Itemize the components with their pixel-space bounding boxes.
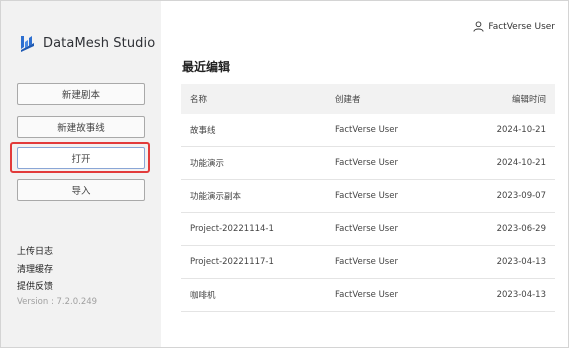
- row-name-cell: 故事线: [190, 126, 216, 136]
- row-name-cell: Project-20221114-1: [190, 224, 274, 234]
- row-creator-cell: FactVerse User: [335, 224, 398, 234]
- recent-files-table: 名称 创建者 编辑时间 故事线 FactVerse User 2024-10-21 功…: [181, 84, 555, 312]
- sidebar: DataMesh Studio 新建剧本 新建故事线 打开 导入 上传日志 清理…: [1, 1, 161, 347]
- recent-edits-title: 最近编辑: [182, 60, 231, 74]
- column-header-edit-time[interactable]: 编辑时间: [470, 93, 555, 105]
- row-time-cell: 2023-04-13: [496, 257, 546, 267]
- app-logo: DataMesh Studio: [19, 35, 155, 52]
- table-row[interactable]: 功能演示 FactVerse User 2024-10-21: [181, 147, 555, 180]
- clear-cache-link[interactable]: 清理缓存: [17, 262, 53, 275]
- table-row[interactable]: 故事线 FactVerse User 2024-10-21: [181, 114, 555, 147]
- table-row[interactable]: Project-20221114-1 FactVerse User 2023-06-…: [181, 213, 555, 246]
- app-title: DataMesh Studio: [43, 36, 156, 51]
- row-creator-cell: FactVerse User: [335, 125, 398, 135]
- user-menu[interactable]: FactVerse User: [473, 21, 555, 32]
- row-time-cell: 2023-04-13: [496, 290, 546, 300]
- column-header-name[interactable]: 名称: [181, 93, 326, 105]
- new-script-button[interactable]: 新建剧本: [17, 83, 145, 105]
- open-button-highlight: [10, 142, 150, 173]
- row-name-cell: 功能演示副本: [190, 192, 242, 202]
- datamesh-logo-icon: [21, 36, 34, 52]
- row-name-cell: 功能演示: [190, 159, 225, 169]
- import-button[interactable]: 导入: [17, 179, 145, 201]
- row-time-cell: 2023-06-29: [496, 224, 546, 234]
- table-row[interactable]: 功能演示副本 FactVerse User 2023-09-07: [181, 180, 555, 213]
- feedback-link[interactable]: 提供反馈: [17, 279, 53, 292]
- row-creator-cell: FactVerse User: [335, 191, 398, 201]
- row-name-cell: 咖啡机: [190, 291, 216, 301]
- row-creator-cell: FactVerse User: [335, 257, 398, 267]
- table-header: 名称 创建者 编辑时间: [181, 84, 555, 114]
- row-time-cell: 2024-10-21: [496, 158, 546, 168]
- new-storyline-button[interactable]: 新建故事线: [17, 116, 145, 138]
- row-time-cell: 2023-09-07: [496, 191, 546, 201]
- column-header-creator[interactable]: 创建者: [326, 93, 470, 105]
- table-row[interactable]: Project-20221117-1 FactVerse User 2023-04-…: [181, 246, 555, 279]
- user-name: FactVerse User: [488, 21, 555, 32]
- table-row[interactable]: 咖啡机 FactVerse User 2023-04-13: [181, 279, 555, 312]
- version-label: Version : 7.2.0.249: [17, 297, 98, 307]
- user-icon: [473, 21, 484, 32]
- row-name-cell: Project-20221117-1: [190, 257, 274, 267]
- upload-log-link[interactable]: 上传日志: [17, 244, 53, 257]
- row-creator-cell: FactVerse User: [335, 290, 398, 300]
- row-creator-cell: FactVerse User: [335, 158, 398, 168]
- row-time-cell: 2024-10-21: [496, 125, 546, 135]
